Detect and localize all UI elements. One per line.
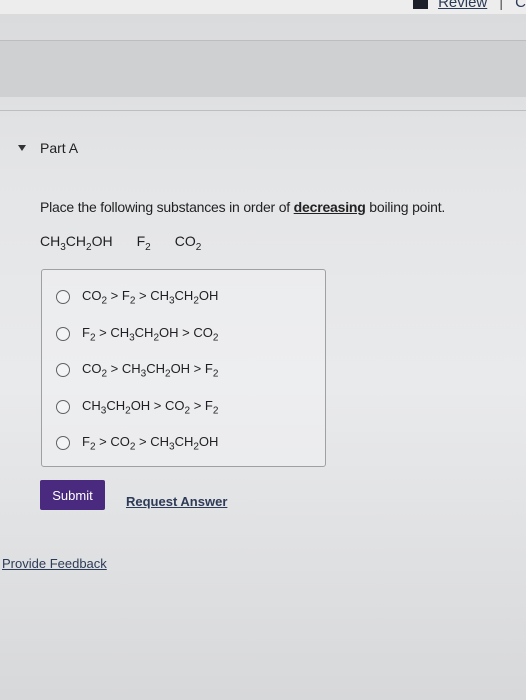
radio-button[interactable] <box>56 436 70 451</box>
question-emphasis: decreasing <box>293 199 366 215</box>
choice-4[interactable]: CH3CH2OH > CO2 > F2 <box>56 398 218 417</box>
section-divider <box>0 110 526 111</box>
nav-link-cutoff[interactable]: C <box>515 0 526 11</box>
top-nav: Review | C <box>413 0 526 11</box>
question-text: Place the following substances in order … <box>40 199 445 215</box>
nav-separator: | <box>499 0 504 11</box>
review-icon <box>413 0 429 9</box>
review-link[interactable]: Review <box>438 0 487 11</box>
part-label: Part A <box>40 140 79 156</box>
choice-5[interactable]: F2 > CO2 > CH3CH2OH <box>56 434 218 453</box>
header-banner <box>0 40 526 97</box>
answer-choices: CO2 > F2 > CH3CH2OH F2 > CH3CH2OH > CO2 … <box>41 269 326 467</box>
choice-label: CO2 > CH3CH2OH > F2 <box>82 361 219 380</box>
choice-label: CH3CH2OH > CO2 > F2 <box>82 398 219 417</box>
choice-1[interactable]: CO2 > F2 > CH3CH2OH <box>56 288 218 307</box>
caret-down-icon[interactable] <box>18 145 26 151</box>
radio-button[interactable] <box>56 290 70 305</box>
substance-list: CH3CH2OH F2 CO2 <box>40 233 201 253</box>
question-suffix: boiling point. <box>365 199 446 215</box>
request-answer-link[interactable]: Request Answer <box>126 494 227 509</box>
question-prefix: Place the following substances in order … <box>40 199 294 215</box>
substance-ethanol: CH3CH2OH <box>40 233 113 253</box>
submit-button[interactable]: Submit <box>40 480 105 510</box>
substance-carbon-dioxide: CO2 <box>174 233 202 253</box>
provide-feedback-link[interactable]: Provide Feedback <box>2 556 107 571</box>
choice-label: F2 > CH3CH2OH > CO2 <box>82 325 219 344</box>
choice-2[interactable]: F2 > CH3CH2OH > CO2 <box>56 325 218 344</box>
radio-button[interactable] <box>56 400 70 415</box>
substance-fluorine: F2 <box>136 233 151 253</box>
part-header[interactable]: Part A <box>18 140 78 156</box>
radio-button[interactable] <box>56 327 70 342</box>
radio-button[interactable] <box>56 363 70 378</box>
choice-3[interactable]: CO2 > CH3CH2OH > F2 <box>56 361 218 380</box>
choice-label: CO2 > F2 > CH3CH2OH <box>82 288 219 307</box>
choice-label: F2 > CO2 > CH3CH2OH <box>82 434 219 453</box>
